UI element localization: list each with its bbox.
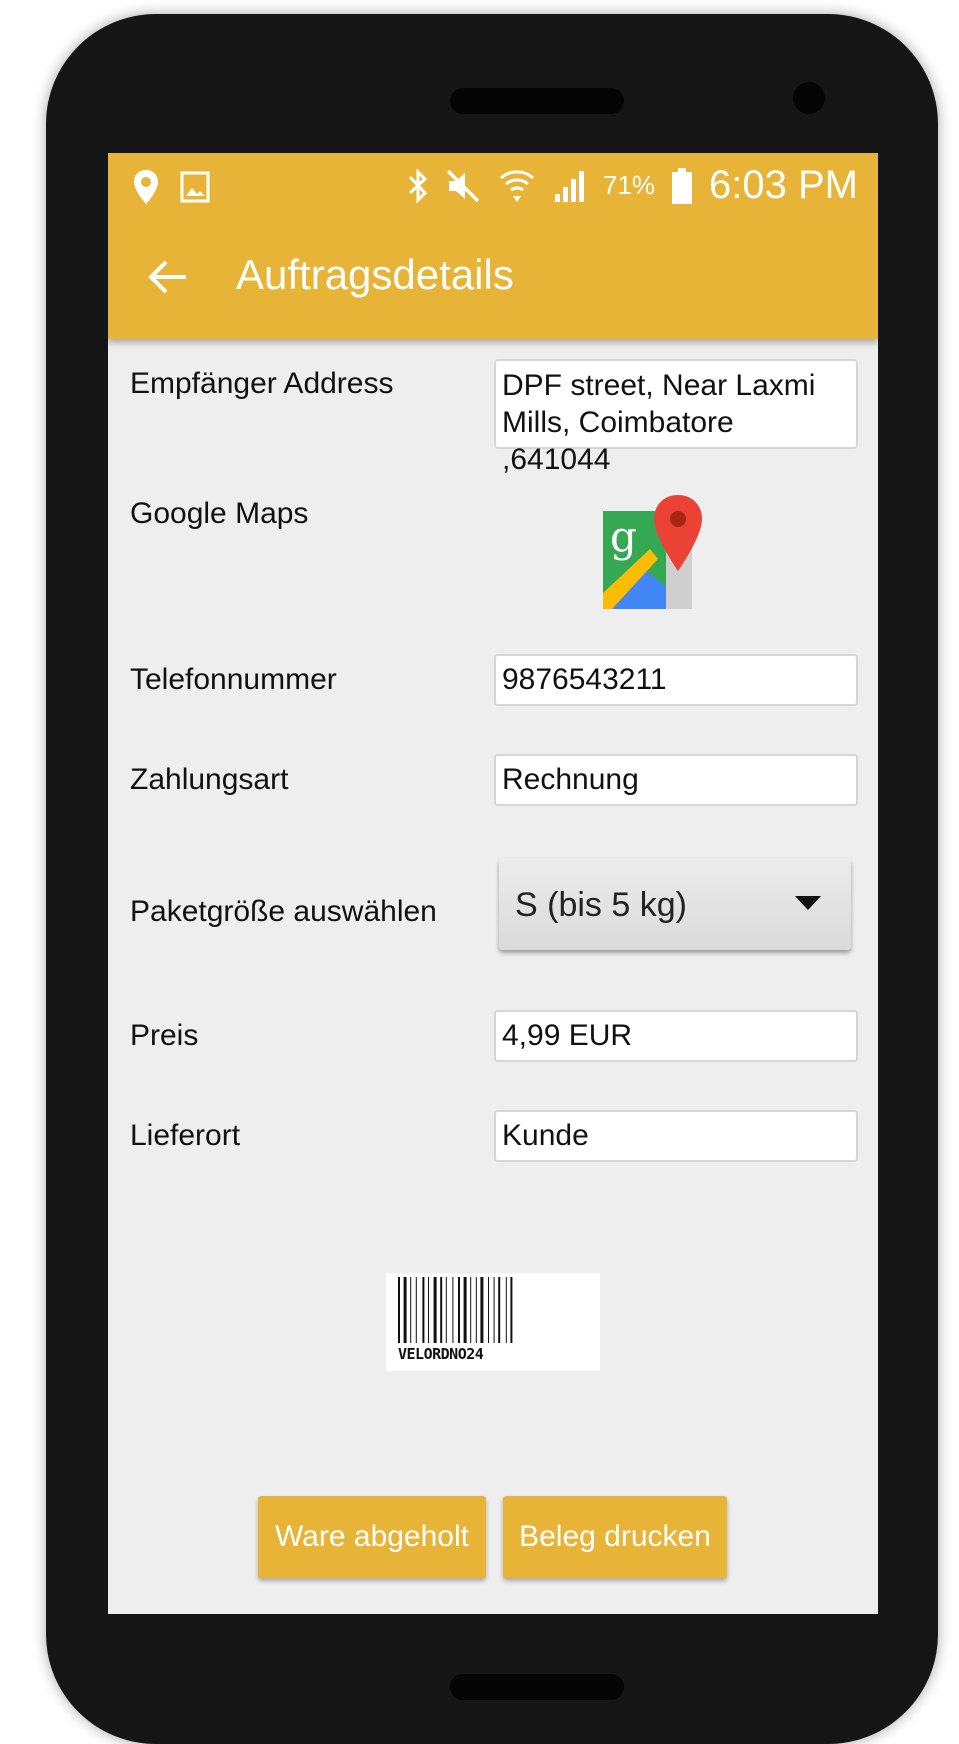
price-label: Preis xyxy=(130,1019,199,1052)
barcode-code: VELORDNO24 xyxy=(398,1345,484,1363)
bottom-speaker xyxy=(450,1674,624,1700)
toolbar: Auftragsdetails xyxy=(108,221,878,339)
payment-field[interactable]: Rechnung xyxy=(494,754,858,806)
clock: 6:03 PM xyxy=(709,163,858,207)
barcode-bars-icon xyxy=(398,1277,513,1343)
signal-icon xyxy=(553,168,587,204)
svg-text:g: g xyxy=(610,512,637,561)
price-field[interactable]: 4,99 EUR xyxy=(494,1010,858,1062)
address-field[interactable]: DPF street, Near Laxmi Mills, Coimbatore… xyxy=(494,359,858,476)
earpiece-speaker xyxy=(450,88,624,114)
battery-icon xyxy=(671,167,693,205)
print-receipt-button[interactable]: Beleg drucken xyxy=(503,1496,727,1578)
image-icon xyxy=(180,171,210,203)
google-maps-label: Google Maps xyxy=(130,497,309,530)
app-bar: 71% 6:03 PM Auftragsdetails xyxy=(108,153,878,339)
order-barcode: VELORDNO24 xyxy=(386,1273,600,1371)
back-button[interactable] xyxy=(146,257,190,301)
address-line-1: DPF street, Near Laxmi xyxy=(502,369,816,402)
front-camera xyxy=(793,82,825,114)
status-bar: 71% 6:03 PM xyxy=(108,153,878,221)
app-screen: 71% 6:03 PM Auftragsdetails Empfänger Ad… xyxy=(108,153,878,1614)
delivery-location-field[interactable]: Kunde xyxy=(494,1110,858,1162)
wifi-icon xyxy=(497,166,537,206)
page-title: Auftragsdetails xyxy=(236,251,514,298)
phone-label: Telefonnummer xyxy=(130,663,337,696)
arrow-back-icon xyxy=(148,259,188,300)
package-size-value: S (bis 5 kg) xyxy=(515,886,687,924)
bluetooth-icon xyxy=(407,167,429,205)
battery-percent: 71% xyxy=(602,170,656,200)
package-size-label: Paketgröße auswählen xyxy=(130,895,437,928)
mute-icon xyxy=(445,168,481,204)
picked-up-button[interactable]: Ware abgeholt xyxy=(258,1496,486,1578)
google-maps-icon[interactable]: g xyxy=(600,493,702,609)
address-line-2: Mills, Coimbatore ,641044 xyxy=(502,406,734,476)
chevron-down-icon xyxy=(795,896,821,910)
phone-field[interactable]: 9876543211 xyxy=(494,654,858,706)
package-size-select[interactable]: S (bis 5 kg) xyxy=(499,858,851,950)
delivery-location-label: Lieferort xyxy=(130,1119,241,1152)
payment-label: Zahlungsart xyxy=(130,763,289,796)
address-label: Empfänger Address xyxy=(130,367,394,400)
location-icon xyxy=(132,169,160,205)
